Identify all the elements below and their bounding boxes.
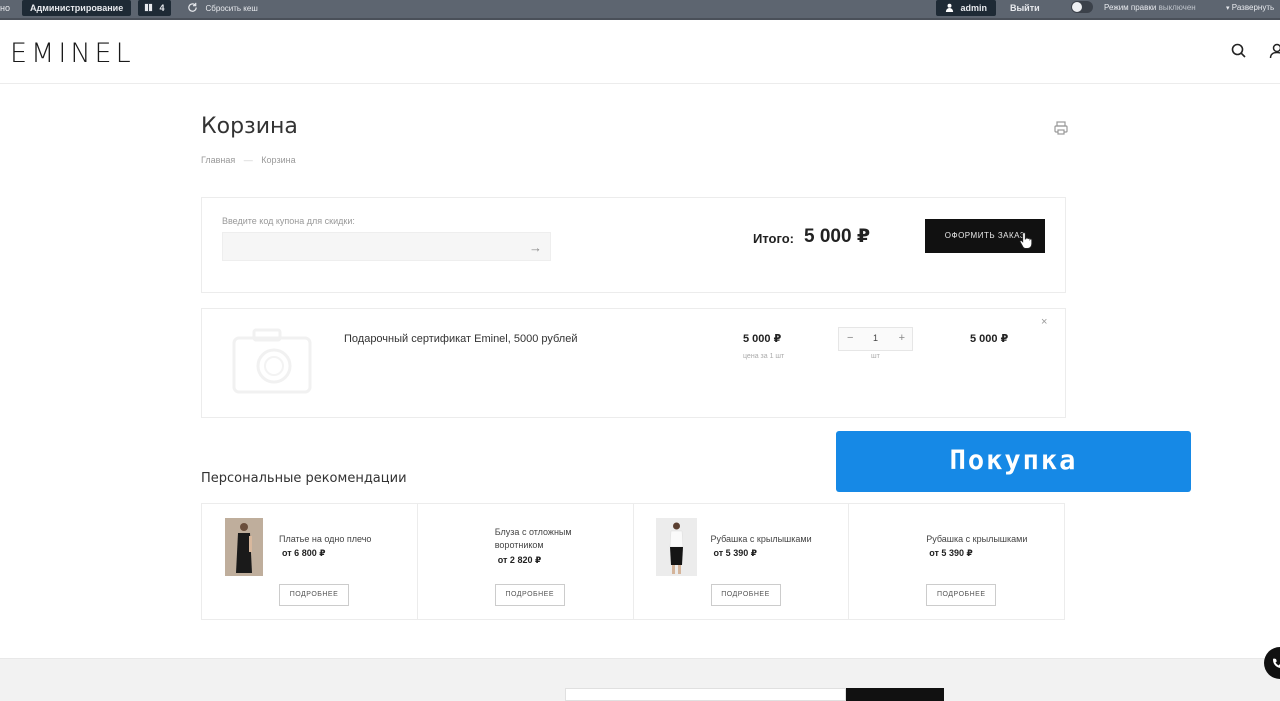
phone-icon	[1273, 658, 1280, 668]
quantity-unit: шт	[871, 353, 880, 360]
quantity-value[interactable]: 1	[873, 333, 878, 343]
breadcrumb-home[interactable]: Главная	[201, 155, 235, 165]
expand-label: Развернуть	[1231, 3, 1275, 12]
total-label: Итого:	[753, 231, 794, 246]
user-menu-button[interactable]: admin	[936, 0, 997, 16]
breadcrumb: Главная — Корзина	[201, 155, 302, 165]
admin-bar: но Администрирование 4 Сбросить кеш admi…	[0, 0, 1280, 20]
recommendation-name[interactable]: Платье на одно плечо	[279, 533, 399, 546]
administration-button[interactable]: Администрирование	[22, 0, 132, 16]
site-header: EMINEL	[0, 22, 1280, 84]
user-name: admin	[960, 3, 988, 13]
search-icon[interactable]	[1230, 42, 1248, 60]
product-thumbnail-shirt[interactable]	[655, 518, 697, 576]
edit-mode-toggle[interactable]	[1071, 1, 1093, 13]
refresh-icon	[188, 2, 197, 12]
recommendation-name[interactable]: Рубашка с крылышками	[926, 533, 1046, 546]
arrow-right-icon[interactable]: →	[529, 240, 542, 255]
quantity-stepper: − 1 +	[838, 327, 913, 351]
reset-cache-button[interactable]: Сбросить кеш	[187, 0, 258, 16]
recommendation-price: от 5 390 ₽	[713, 548, 757, 558]
coupon-input[interactable]: →	[222, 232, 551, 261]
promo-badge: Покупка сертификатов	[836, 431, 1191, 536]
recommendation-name[interactable]: Блуза с отложным воротником	[495, 526, 615, 552]
cart-item-name[interactable]: Подарочный сертификат Eminel, 5000 рубле…	[344, 333, 578, 345]
recommendation-card: Рубашка с крылышками от 5 390 ₽ ПОДРОБНЕ…	[849, 504, 1064, 619]
reset-cache-label: Сбросить кеш	[205, 4, 258, 13]
logout-link[interactable]: Выйти	[1010, 0, 1040, 16]
details-button[interactable]: ПОДРОБНЕЕ	[710, 584, 781, 606]
user-icon	[945, 3, 954, 12]
site-logo[interactable]: EMINEL	[10, 38, 135, 69]
account-icon[interactable]	[1268, 42, 1280, 60]
quantity-increase-button[interactable]: +	[899, 332, 905, 344]
coupon-label: Введите код купона для скидки:	[222, 216, 355, 226]
details-button[interactable]: ПОДРОБНЕЕ	[926, 584, 997, 606]
hand-cursor-icon	[1019, 232, 1033, 249]
cart-item-sum: 5 000 ₽	[970, 333, 1009, 345]
chevron-down-icon: ▾	[1226, 5, 1230, 12]
camera-placeholder-icon	[232, 328, 312, 394]
recommendation-price: от 5 390 ₽	[929, 548, 973, 558]
recommendations-title: Персональные рекомендации	[201, 471, 407, 486]
edit-mode-label: Режим правки	[1104, 3, 1157, 12]
recommendation-price: от 6 800 ₽	[282, 548, 326, 558]
subscribe-button[interactable]	[846, 688, 944, 701]
cart-item-price-note: цена за 1 шт	[743, 353, 785, 360]
book-icon	[144, 3, 153, 12]
breadcrumb-current: Корзина	[261, 155, 296, 165]
recommendation-price: от 2 820 ₽	[497, 555, 542, 565]
recommendation-name[interactable]: Рубашка с крылышками	[711, 533, 831, 546]
edit-mode-state: выключен	[1158, 3, 1196, 12]
details-button[interactable]: ПОДРОБНЕЕ	[279, 584, 349, 606]
cart-item-row	[201, 308, 1066, 418]
subscribe-email-input[interactable]	[565, 688, 846, 701]
recommendation-card: Блуза с отложным воротником от 2 820 ₽ П…	[418, 504, 634, 619]
print-icon[interactable]	[1053, 120, 1069, 136]
notifications-count: 4	[159, 3, 165, 13]
recommendation-card: Платье на одно плечо от 6 800 ₽ ПОДРОБНЕ…	[202, 504, 418, 619]
page-title: Корзина	[201, 114, 298, 139]
admin-bar-cut-item[interactable]: но	[0, 0, 10, 16]
quantity-decrease-button[interactable]: −	[847, 332, 853, 344]
recommendations-grid: Платье на одно плечо от 6 800 ₽ ПОДРОБНЕ…	[201, 503, 1065, 620]
details-button[interactable]: ПОДРОБНЕЕ	[494, 584, 565, 606]
recommendation-card: Рубашка с крылышками от 5 390 ₽ ПОДРОБНЕ…	[634, 504, 850, 619]
remove-item-icon[interactable]: ×	[1041, 316, 1047, 328]
total-value: 5 000 ₽	[804, 226, 871, 247]
product-thumbnail-dress[interactable]	[225, 518, 263, 576]
expand-button[interactable]: ▾ Развернуть	[1226, 0, 1274, 16]
breadcrumb-separator: —	[243, 155, 253, 165]
notifications-button[interactable]: 4	[138, 0, 171, 16]
cart-item-price: 5 000 ₽	[743, 333, 782, 345]
edit-mode-status: Режим правки выключен	[1104, 0, 1196, 16]
